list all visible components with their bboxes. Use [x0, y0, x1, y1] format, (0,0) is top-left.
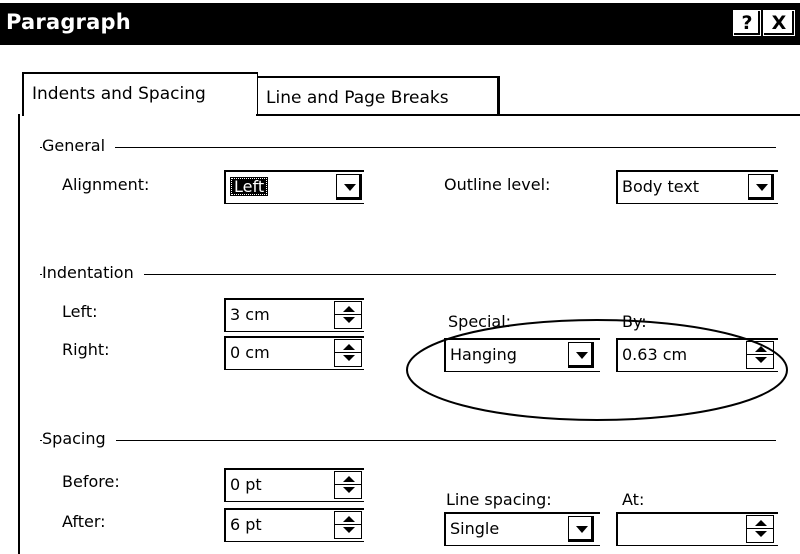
- spin-up-icon: [343, 476, 355, 482]
- spin-up-icon: [755, 520, 767, 526]
- spacing-divider: [40, 440, 776, 441]
- spacing-group-label: Spacing: [42, 429, 116, 448]
- spacing-before-value: 0 pt: [230, 475, 262, 494]
- spacing-after-spinner[interactable]: [334, 511, 362, 539]
- line-spacing-dropdown-button[interactable]: [568, 516, 594, 542]
- at-label: At:: [622, 490, 645, 509]
- spacing-before-label: Before:: [62, 472, 120, 491]
- at-spinner[interactable]: [746, 515, 774, 543]
- spin-up-icon: [343, 516, 355, 522]
- spacing-after-label: After:: [62, 512, 106, 531]
- line-spacing-value: Single: [450, 519, 500, 538]
- line-spacing-label: Line spacing:: [446, 490, 552, 509]
- spacing-after-value: 6 pt: [230, 515, 262, 534]
- spin-down-icon: [755, 531, 767, 537]
- spacing-before-spinner[interactable]: [334, 471, 362, 499]
- chevron-down-icon: [576, 526, 588, 533]
- highlight-ellipse: [406, 319, 788, 421]
- spin-down-icon: [343, 487, 355, 493]
- spin-down-icon: [343, 527, 355, 533]
